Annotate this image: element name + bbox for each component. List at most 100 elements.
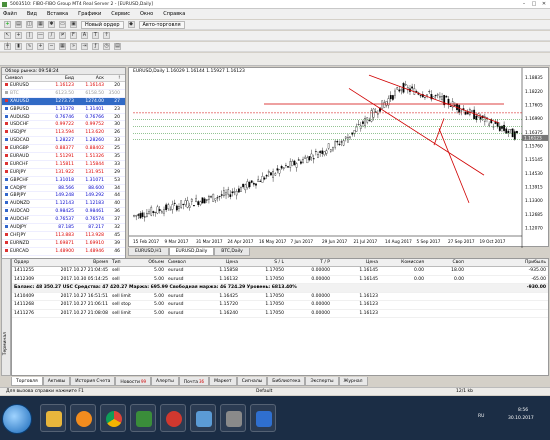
vline-icon[interactable]: | <box>26 32 33 39</box>
market-watch-row[interactable]: EURNZD 1.69871 1.69910 39 <box>2 240 125 248</box>
chart-tab-2[interactable]: BTC,Daily <box>214 248 250 256</box>
market-watch-row[interactable]: EURUSD 1.16123 1.16143 20 <box>2 82 125 90</box>
market-watch-row[interactable]: GBPUSD 1.31378 1.31401 23 <box>2 106 125 114</box>
market-watch-row[interactable]: AUDUSD 0.76746 0.76766 20 <box>2 114 125 122</box>
market-watch-row[interactable]: BTC 6123.50 6158.50 3500 <box>2 90 125 98</box>
trendline-icon[interactable]: / <box>48 32 55 39</box>
menu-item-5[interactable]: Окно <box>140 11 153 17</box>
terminal-col-type[interactable]: Тип <box>110 259 140 266</box>
menu-item-4[interactable]: Сервис <box>111 11 130 17</box>
terminal-tab-10[interactable]: Журнал <box>338 377 368 386</box>
terminal-col-time[interactable]: Время <box>42 259 110 266</box>
market-watch-row[interactable]: XAUUSD 1273.73 1274.00 27 <box>2 97 125 106</box>
market-watch-row[interactable]: GBPJPY 149.248 149.292 44 <box>2 192 125 201</box>
market-watch-row[interactable]: EURCHF 1.15811 1.15844 33 <box>2 161 125 169</box>
terminal-col-sl[interactable]: S / L <box>240 259 286 266</box>
metaeditor-icon[interactable]: ◆ <box>127 21 135 28</box>
periods-icon[interactable]: ◷ <box>103 43 110 50</box>
autoscroll-icon[interactable]: » <box>70 43 77 50</box>
candle-chart-icon[interactable]: ▮ <box>15 43 22 50</box>
terminal-tab-6[interactable]: Маркет <box>209 377 237 386</box>
col-ask[interactable]: Аск <box>76 75 106 81</box>
market-watch-row[interactable]: USDCHF 0.99722 0.99752 30 <box>2 121 125 130</box>
terminal-tab-2[interactable]: История Счета <box>70 377 116 386</box>
close-icon[interactable]: ✕ <box>540 1 548 7</box>
terminal-col-order[interactable]: Ордер <box>12 259 42 266</box>
market-watch-row[interactable]: GBPCHF 1.31018 1.31071 53 <box>2 177 125 185</box>
terminal-col-symbol[interactable]: Символ <box>166 259 194 266</box>
minimize-icon[interactable]: – <box>520 1 528 7</box>
taskbar-app-5[interactable] <box>160 404 186 432</box>
fibo-icon[interactable]: F <box>70 32 77 39</box>
maximize-icon[interactable]: □ <box>530 1 538 7</box>
language-indicator[interactable]: RU <box>478 414 484 419</box>
pending-order-row[interactable]: 1411276 2017.10.27 21:08:08 sell limit 5.00… <box>12 310 548 318</box>
market-watch-row[interactable]: AUDCAD 0.98425 0.98461 36 <box>2 208 125 217</box>
clock-date[interactable]: 30.10.2017 <box>508 416 534 421</box>
pending-order-row[interactable]: 1410409 2017.10.27 16:51:51 sell limit 5.00… <box>12 293 548 301</box>
bar-chart-icon[interactable]: ╪ <box>4 43 11 50</box>
terminal-icon[interactable]: ▭ <box>59 21 66 28</box>
zoom-out-icon[interactable]: − <box>48 43 55 50</box>
arrows-icon[interactable]: ↑ <box>103 32 110 39</box>
market-watch-row[interactable]: AUDNZD 1.12143 1.12183 40 <box>2 200 125 209</box>
profiles-icon[interactable]: ▤ <box>15 21 22 28</box>
data-window-icon[interactable]: ▦ <box>37 21 44 28</box>
templates-icon[interactable]: ▤ <box>114 43 121 50</box>
market-watch-row[interactable]: EURGBP 0.88377 0.88402 25 <box>2 145 125 154</box>
terminal-tab-5[interactable]: Почта36 <box>178 377 210 386</box>
market-watch-row[interactable]: EURCAD 1.48900 1.48946 46 <box>2 248 125 256</box>
menu-item-1[interactable]: Вид <box>27 11 37 17</box>
col-spread[interactable]: ! <box>106 75 122 81</box>
terminal-tab-7[interactable]: Сигналы <box>236 377 268 386</box>
chart-tab-1[interactable]: EURUSD,Daily <box>168 248 215 256</box>
chart-window[interactable]: 1.18835 1.18220 1.17605 1.16990 1.16375 1.157… <box>128 67 550 248</box>
taskbar-media[interactable] <box>70 404 96 432</box>
terminal-tab-1[interactable]: Активы <box>42 377 71 386</box>
menu-item-0[interactable]: Файл <box>3 11 17 17</box>
terminal-col-tp[interactable]: T / P <box>286 259 332 266</box>
taskbar-app-7[interactable] <box>220 404 246 432</box>
chart-tab-0[interactable]: EURUSD,H1 <box>128 248 169 256</box>
new-order-button[interactable]: Новый ордер <box>81 20 124 29</box>
taskbar-app-6[interactable] <box>190 404 216 432</box>
market-watch-row[interactable]: AUDCHF 0.76537 0.76574 37 <box>2 216 125 225</box>
hline-icon[interactable]: — <box>37 32 44 39</box>
clock-time[interactable]: 8:56 <box>518 408 528 413</box>
terminal-col-swap[interactable]: Своп <box>426 259 466 266</box>
terminal-tab-9[interactable]: Эксперты <box>305 377 339 386</box>
cursor-icon[interactable]: ↖ <box>4 32 11 39</box>
channel-icon[interactable]: ≠ <box>59 32 66 39</box>
terminal-col-price[interactable]: Цена <box>194 259 240 266</box>
taskbar-explorer[interactable] <box>40 404 66 432</box>
market-watch-row[interactable]: EURJPY 131.922 131.951 29 <box>2 169 125 177</box>
crosshair-icon[interactable]: + <box>15 32 22 39</box>
terminal-col-commission[interactable]: Комиссия <box>380 259 426 266</box>
line-chart-icon[interactable]: ∿ <box>26 43 33 50</box>
terminal-tab-4[interactable]: Алерты <box>151 377 179 386</box>
start-button[interactable] <box>2 404 32 434</box>
terminal-tab-0[interactable]: Торговля <box>11 377 43 386</box>
menu-item-3[interactable]: Графики <box>78 11 101 17</box>
terminal-col-cur[interactable]: Цена <box>332 259 380 266</box>
open-order-row[interactable]: 1412309 2017.10.30 05:14:25 sell 5.00 eurusd… <box>12 276 548 284</box>
price-chart[interactable]: 1.188351.182201.176051.169901.163751.157… <box>129 68 550 248</box>
terminal-tab-8[interactable]: Библиотека <box>267 377 306 386</box>
label-icon[interactable]: T <box>92 32 99 39</box>
indicators-icon[interactable]: ƒ <box>92 43 99 50</box>
market-watch-row[interactable]: AUDJPY 87.185 87.217 32 <box>2 224 125 232</box>
menu-item-6[interactable]: Справка <box>163 11 185 17</box>
tile-icon[interactable]: ▦ <box>59 43 66 50</box>
col-bid[interactable]: Бид <box>46 75 76 81</box>
terminal-col-profit[interactable]: Прибыль <box>466 259 548 266</box>
taskbar-chrome[interactable] <box>100 404 126 432</box>
navigator-icon[interactable]: ✱ <box>48 21 55 28</box>
new-chart-icon[interactable]: + <box>4 21 11 28</box>
taskbar-app-8[interactable] <box>250 404 276 432</box>
taskbar-terminal[interactable] <box>130 404 156 432</box>
tester-icon[interactable]: ▣ <box>70 21 77 28</box>
market-watch-row[interactable]: CHFJPY 113.883 113.928 45 <box>2 232 125 240</box>
menu-item-2[interactable]: Вставка <box>47 11 68 17</box>
text-icon[interactable]: A <box>81 32 88 39</box>
market-watch-row[interactable]: EURAUD 1.51291 1.51326 35 <box>2 153 125 161</box>
